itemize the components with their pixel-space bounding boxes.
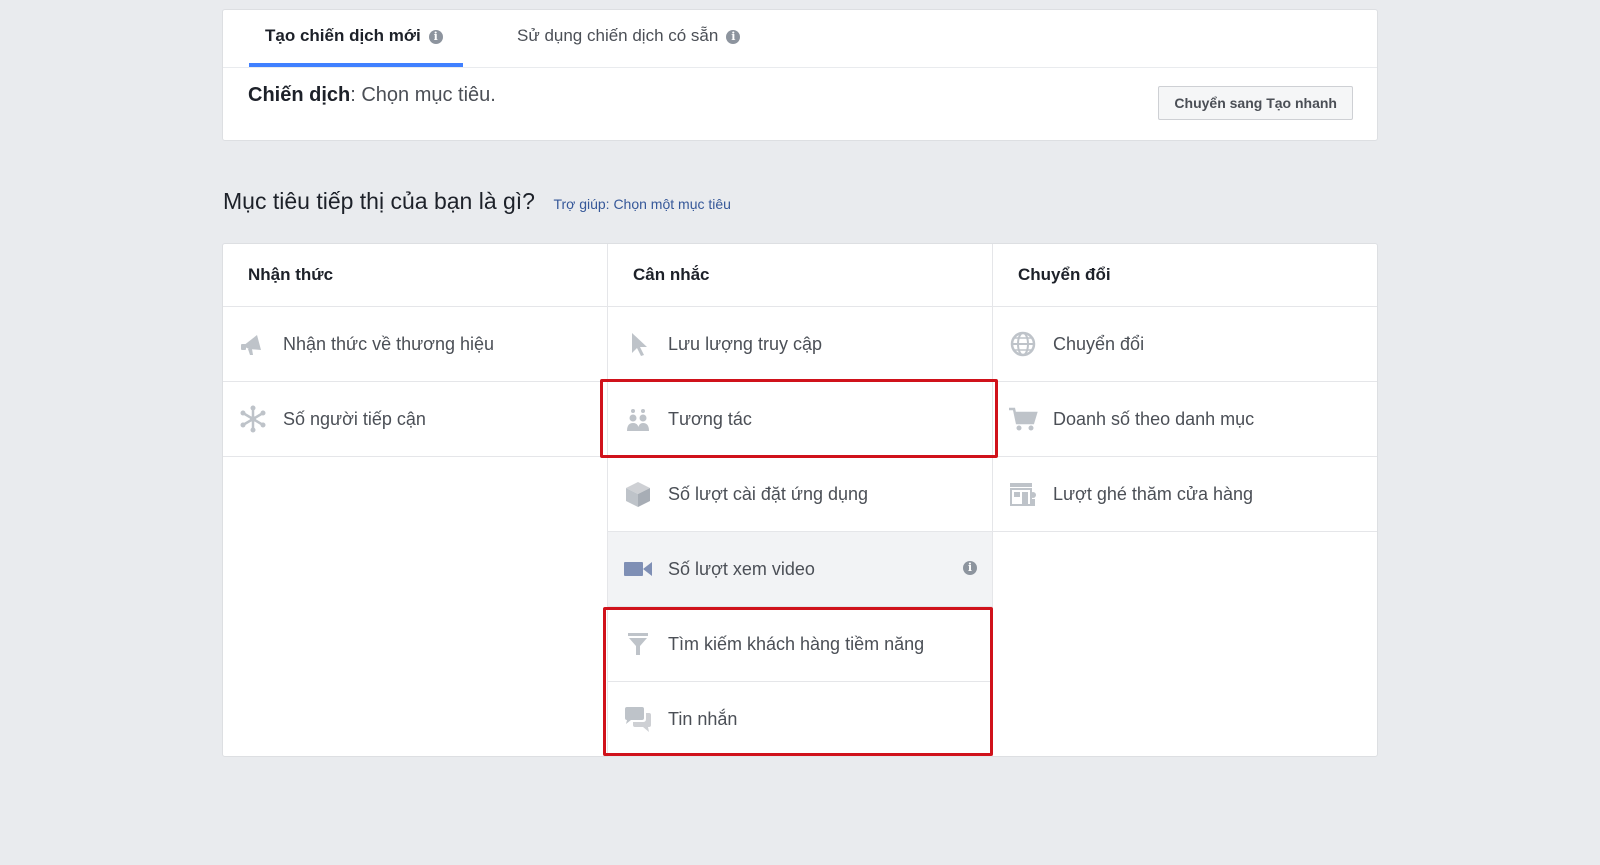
campaign-objective-line: Chiến dịch: Chọn mục tiêu. [248, 84, 496, 107]
objective-label: Số lượt cài đặt ứng dụng [668, 483, 869, 504]
objective-question: Mục tiêu tiếp thị của bạn là gì? [223, 188, 535, 214]
objective-brand-awareness[interactable]: Nhận thức về thương hiệu [223, 307, 607, 382]
objective-label: Số lượt xem video [668, 558, 815, 579]
info-icon[interactable]: i [428, 29, 443, 44]
objective-label: Lượt ghé thăm cửa hàng [1053, 483, 1254, 504]
campaign-value: : Chọn mục tiêu. [350, 84, 496, 106]
switch-to-quick-create-button[interactable]: Chuyển sang Tạo nhanh [1158, 86, 1353, 120]
funnel-icon [623, 629, 653, 659]
objective-label: Chuyển đổi [1053, 333, 1145, 354]
objective-label: Tương tác [668, 408, 752, 429]
chat-bubbles-icon [623, 704, 653, 734]
tab-use-existing-label: Sử dụng chiến dịch có sẵn [517, 26, 719, 45]
reach-asterisk-icon [238, 404, 268, 434]
column-title: Chuyển đổi [993, 244, 1377, 307]
objective-conversions[interactable]: Chuyển đổi [993, 307, 1377, 382]
objective-label: Số người tiếp cận [283, 408, 426, 429]
column-title: Nhận thức [223, 244, 607, 307]
objective-label: Tìm kiếm khách hàng tiềm năng [668, 633, 925, 654]
cursor-icon [623, 329, 653, 359]
objective-app-installs[interactable]: Số lượt cài đặt ứng dụng [608, 457, 992, 532]
objective-lead-generation[interactable]: Tìm kiếm khách hàng tiềm năng [608, 607, 992, 682]
objective-label: Doanh số theo danh mục [1053, 408, 1255, 429]
objective-messages[interactable]: Tin nhắn [608, 682, 992, 757]
tab-use-existing-campaign[interactable]: Sử dụng chiến dịch có sẵn i [517, 10, 741, 67]
campaign-header-card: Tạo chiến dịch mới i Sử dụng chiến dịch c… [222, 9, 1378, 141]
info-icon[interactable]: i [726, 29, 741, 44]
box-icon [623, 479, 653, 509]
video-camera-icon [623, 554, 653, 584]
objective-label: Tin nhắn [668, 708, 738, 729]
tab-create-new-label: Tạo chiến dịch mới [265, 26, 421, 45]
people-icon [623, 404, 653, 434]
objective-reach[interactable]: Số người tiếp cận [223, 382, 607, 457]
help-link[interactable]: Trợ giúp: Chọn một mục tiêu [553, 196, 731, 212]
globe-icon [1008, 329, 1038, 359]
store-icon [1008, 479, 1038, 509]
objective-video-views[interactable]: Số lượt xem video i [608, 532, 992, 607]
megaphone-icon [238, 329, 268, 359]
campaign-label: Chiến dịch [248, 84, 351, 106]
objective-engagement[interactable]: Tương tác [608, 382, 992, 457]
objective-traffic[interactable]: Lưu lượng truy cập [608, 307, 992, 382]
column-title: Cân nhắc [608, 244, 992, 307]
objective-heading: Mục tiêu tiếp thị của bạn là gì? Trợ giú… [223, 188, 731, 215]
cart-icon [1008, 404, 1038, 434]
column-awareness: Nhận thức Nhận thức về thương hiệu Số ng… [223, 244, 608, 756]
objective-store-visits[interactable]: Lượt ghé thăm cửa hàng [993, 457, 1377, 532]
campaign-tabs: Tạo chiến dịch mới i Sử dụng chiến dịch c… [223, 10, 1377, 68]
tab-create-new-campaign[interactable]: Tạo chiến dịch mới i [249, 10, 463, 67]
objective-label: Nhận thức về thương hiệu [283, 333, 495, 354]
objective-label: Lưu lượng truy cập [668, 333, 822, 354]
objective-catalog-sales[interactable]: Doanh số theo danh mục [993, 382, 1377, 457]
objectives-grid: Nhận thức Nhận thức về thương hiệu Số ng… [222, 243, 1378, 757]
column-conversion: Chuyển đổi Chuyển đổi Doanh số theo danh… [993, 244, 1377, 756]
column-consideration: Cân nhắc Lưu lượng truy cập Tương tác Số… [608, 244, 993, 757]
info-icon[interactable]: i [963, 561, 977, 575]
